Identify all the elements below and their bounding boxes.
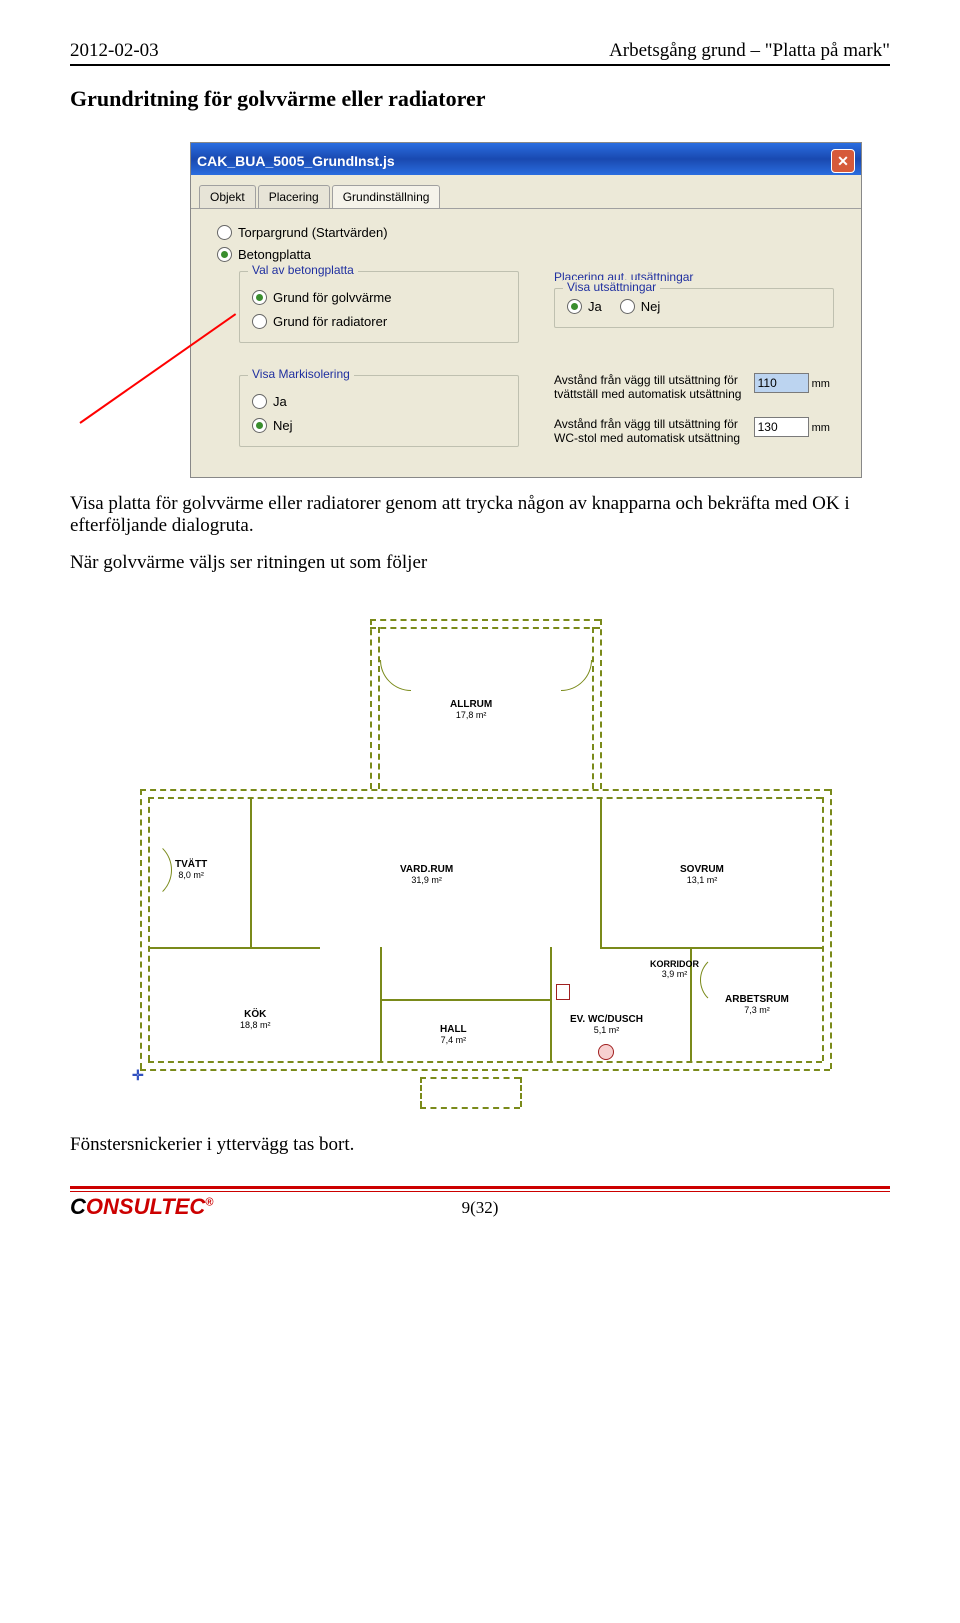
radio-uts-nej[interactable] — [620, 299, 635, 314]
label-avst-wc: Avstånd från vägg till utsättning för WC… — [554, 417, 750, 445]
footer: CONSULTEC® 9(32) — [70, 1186, 890, 1218]
label-uts-ja: Ja — [588, 299, 602, 314]
radio-betongplatta[interactable] — [217, 247, 232, 262]
room-wc: EV. WC/DUSCH — [570, 1014, 643, 1025]
dialog-title: CAK_BUA_5005_GrundInst.js — [197, 153, 395, 169]
area-allrum: 17,8 m² — [456, 710, 487, 720]
room-tvatt: TVÄTT — [175, 859, 207, 870]
tabs: Objekt Placering Grundinställning — [191, 175, 861, 209]
radio-radiatorer[interactable] — [252, 314, 267, 329]
cross-mark-icon: ✛ — [132, 1067, 144, 1084]
area-arbetsrum: 7,3 m² — [744, 1005, 770, 1015]
header-title: Arbetsgång grund – "Platta på mark" — [609, 40, 890, 62]
area-sovrum: 13,1 m² — [687, 875, 718, 885]
input-avst-tvatt[interactable]: 110 — [754, 373, 809, 393]
logo-rest: ONSULTEC — [86, 1194, 205, 1219]
label-uts-nej: Nej — [641, 299, 661, 314]
label-golvvarme: Grund för golvvärme — [273, 290, 392, 305]
unit-mm-1: mm — [812, 378, 830, 390]
room-allrum: ALLRUM — [450, 699, 492, 710]
area-korridor: 3,9 m² — [662, 969, 688, 979]
logo-reg: ® — [205, 1197, 213, 1209]
header-rule — [70, 64, 890, 66]
unit-mm-2: mm — [812, 422, 830, 434]
dialog-window: CAK_BUA_5005_GrundInst.js ✕ Objekt Place… — [190, 142, 862, 478]
area-tvatt: 8,0 m² — [178, 870, 204, 880]
room-hall: HALL — [440, 1024, 467, 1035]
label-mark-nej: Nej — [273, 418, 293, 433]
room-sovrum: SOVRUM — [680, 864, 724, 875]
close-icon[interactable]: ✕ — [831, 149, 855, 173]
floor-plan: ALLRUM17,8 m² TVÄTT8,0 m² VARD.RUM31,9 m… — [120, 589, 840, 1119]
tab-objekt[interactable]: Objekt — [199, 185, 256, 208]
label-mark-ja: Ja — [273, 394, 287, 409]
section-title: Grundritning för golvvärme eller radiato… — [70, 86, 890, 112]
group-val-betong: Val av betongplatta Grund för golvvärme … — [239, 271, 519, 343]
group-markisolering: Visa Markisolering Ja Nej — [239, 375, 519, 447]
caption-visa-uts: Visa utsättningar — [563, 280, 660, 294]
radio-torpargrund[interactable] — [217, 225, 232, 240]
room-kok: KÖK — [244, 1009, 266, 1020]
radio-golvvarme[interactable] — [252, 290, 267, 305]
caption-val-betong: Val av betongplatta — [248, 263, 358, 277]
radio-mark-ja[interactable] — [252, 394, 267, 409]
caption-markisolering: Visa Markisolering — [248, 367, 354, 381]
para-1: Visa platta för golvvärme eller radiator… — [70, 493, 890, 537]
wc-seat-icon — [598, 1044, 614, 1060]
label-torpargrund: Torpargrund (Startvärden) — [238, 225, 388, 240]
wc-fixture-icon — [556, 984, 570, 1000]
para-3: Fönstersnickerier i yttervägg tas bort. — [70, 1134, 890, 1156]
logo-c: C — [70, 1194, 86, 1219]
area-vardrun: 31,9 m² — [411, 875, 442, 885]
radio-mark-nej[interactable] — [252, 418, 267, 433]
input-avst-wc[interactable]: 130 — [754, 417, 809, 437]
room-korridor: KORRIDOR — [650, 959, 699, 969]
header-date: 2012-02-03 — [70, 40, 159, 62]
tab-placering[interactable]: Placering — [258, 185, 330, 208]
label-radiatorer: Grund för radiatorer — [273, 314, 387, 329]
room-arbetsrum: ARBETSRUM — [725, 994, 789, 1005]
group-visa-uts: Visa utsättningar Ja Nej — [554, 288, 834, 328]
label-betongplatta: Betongplatta — [238, 247, 311, 262]
para-2: När golvvärme väljs ser ritningen ut som… — [70, 552, 890, 574]
area-hall: 7,4 m² — [441, 1035, 467, 1045]
area-wc: 5,1 m² — [594, 1025, 620, 1035]
dialog-titlebar: CAK_BUA_5005_GrundInst.js ✕ — [191, 143, 861, 175]
tab-grundinstallning[interactable]: Grundinställning — [332, 185, 441, 208]
room-vardrun: VARD.RUM — [400, 864, 453, 875]
tab-panel: Torpargrund (Startvärden) Betongplatta V… — [191, 209, 861, 477]
label-avst-tvatt: Avstånd från vägg till utsättning för tv… — [554, 373, 750, 401]
area-kok: 18,8 m² — [240, 1020, 271, 1030]
radio-uts-ja[interactable] — [567, 299, 582, 314]
